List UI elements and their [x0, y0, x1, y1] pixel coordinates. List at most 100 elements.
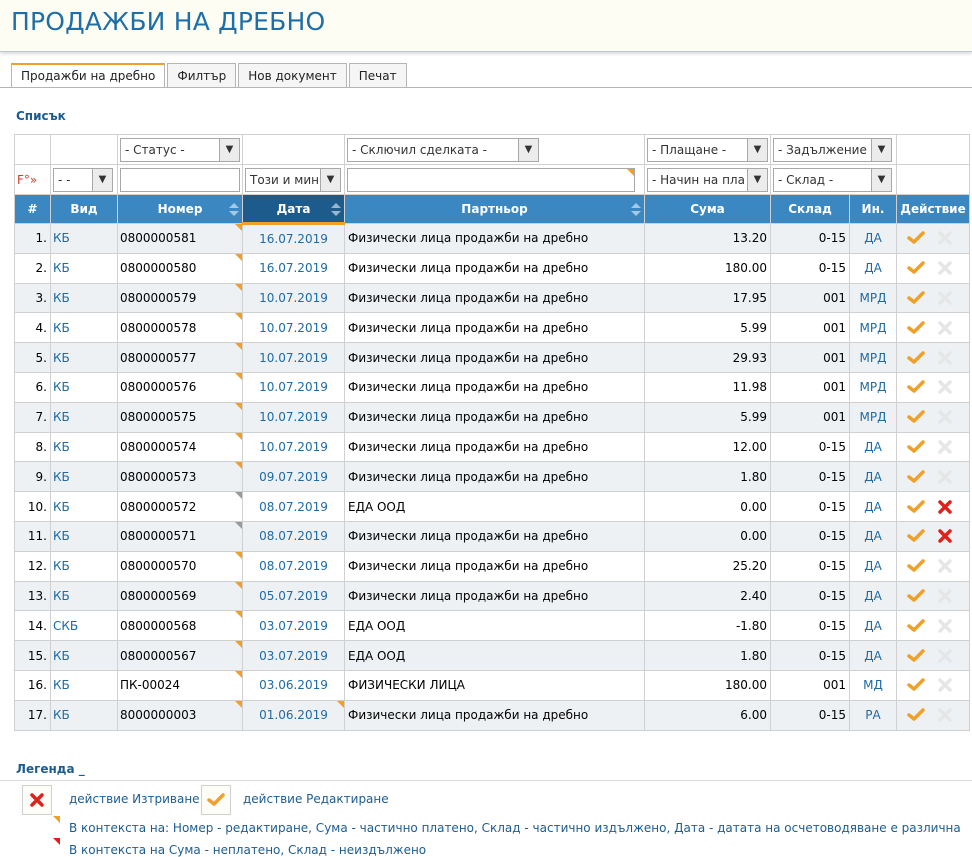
- row-date-link[interactable]: 03.06.2019: [259, 678, 328, 692]
- check-icon[interactable]: [907, 619, 925, 633]
- row-type-link[interactable]: КБ: [53, 291, 70, 305]
- row-type[interactable]: КБ: [50, 669, 118, 701]
- check-icon[interactable]: [907, 410, 925, 424]
- table-row[interactable]: 15. КБ 0800000567 03.07.2019 ЕДА ООД 1.80 0-15…: [14, 640, 970, 671]
- row-date[interactable]: 16.07.2019: [242, 252, 345, 284]
- row-in-link[interactable]: ДА: [864, 529, 882, 543]
- row-in-link[interactable]: ДА: [864, 231, 882, 245]
- check-icon[interactable]: [907, 559, 925, 573]
- row-date[interactable]: 10.07.2019: [242, 312, 345, 344]
- number-filter-input[interactable]: [120, 167, 240, 192]
- row-type-link[interactable]: КБ: [53, 529, 70, 543]
- row-in[interactable]: МРД: [849, 371, 897, 403]
- row-type[interactable]: КБ: [50, 401, 118, 433]
- table-row[interactable]: 11. КБ 0800000571 08.07.2019 Физически лица …: [14, 520, 970, 552]
- row-date[interactable]: 16.07.2019: [242, 223, 345, 254]
- row-in[interactable]: МРД: [849, 282, 897, 314]
- row-in[interactable]: ДА: [849, 580, 897, 612]
- col-header-number[interactable]: Номер: [117, 194, 243, 224]
- check-icon[interactable]: [907, 291, 925, 305]
- col-header-in[interactable]: Ин.: [849, 194, 897, 224]
- row-in[interactable]: РА: [849, 699, 897, 731]
- row-type-link[interactable]: СКБ: [53, 619, 78, 633]
- row-in[interactable]: ДА: [849, 431, 897, 463]
- row-date-link[interactable]: 08.07.2019: [259, 559, 328, 573]
- row-date[interactable]: 08.07.2019: [242, 550, 345, 582]
- row-date-link[interactable]: 10.07.2019: [259, 291, 328, 305]
- check-icon[interactable]: [907, 231, 925, 245]
- row-date-link[interactable]: 01.06.2019: [259, 708, 328, 722]
- status-filter[interactable]: - Статус - ▼: [120, 137, 240, 162]
- col-header-date[interactable]: Дата: [242, 194, 345, 225]
- row-date[interactable]: 10.07.2019: [242, 401, 345, 433]
- row-type-link[interactable]: КБ: [53, 410, 70, 424]
- row-type[interactable]: КБ: [50, 580, 118, 612]
- row-date[interactable]: 03.06.2019: [242, 669, 345, 701]
- row-type[interactable]: КБ: [50, 371, 118, 403]
- check-icon[interactable]: [907, 440, 925, 454]
- row-type[interactable]: КБ: [50, 342, 118, 373]
- table-row[interactable]: 8. КБ 0800000574 10.07.2019 Физически лица п…: [14, 431, 970, 463]
- row-date-link[interactable]: 09.07.2019: [259, 470, 328, 484]
- table-row[interactable]: 17. КБ 8000000003 01.06.2019 Физически лица …: [14, 699, 970, 731]
- check-icon[interactable]: [907, 678, 925, 692]
- check-icon[interactable]: [907, 589, 925, 603]
- row-type-link[interactable]: КБ: [53, 649, 70, 663]
- sort-icon[interactable]: [229, 203, 239, 217]
- payment-method-filter[interactable]: - Начин на пла ▼: [647, 167, 768, 192]
- row-in-link[interactable]: ДА: [864, 619, 882, 633]
- row-date[interactable]: 10.07.2019: [242, 342, 345, 373]
- tab-print[interactable]: Печат: [348, 63, 407, 88]
- table-row[interactable]: 9. КБ 0800000573 09.07.2019 Физически лица п…: [14, 461, 970, 493]
- row-type-link[interactable]: КБ: [53, 440, 70, 454]
- table-row[interactable]: 4. КБ 0800000578 10.07.2019 Физически лица п…: [14, 312, 970, 344]
- row-in[interactable]: ДА: [849, 461, 897, 493]
- check-icon[interactable]: [907, 529, 925, 543]
- type-filter[interactable]: - - ▼: [53, 167, 113, 192]
- row-type-link[interactable]: КБ: [53, 708, 70, 722]
- row-type[interactable]: КБ: [50, 640, 118, 671]
- row-date-link[interactable]: 16.07.2019: [259, 232, 328, 246]
- closed-by-filter[interactable]: - Сключил сделката - ▼: [347, 137, 539, 162]
- row-date[interactable]: 03.07.2019: [242, 640, 345, 671]
- row-type[interactable]: КБ: [50, 282, 118, 314]
- sort-icon[interactable]: [631, 203, 641, 217]
- row-in-link[interactable]: ДА: [864, 500, 882, 514]
- row-in[interactable]: ДА: [849, 640, 897, 671]
- row-in-link[interactable]: МРД: [860, 321, 887, 335]
- table-row[interactable]: 6. КБ 0800000576 10.07.2019 Физически лица п…: [14, 371, 970, 403]
- row-type[interactable]: КБ: [50, 252, 118, 284]
- row-date[interactable]: 09.07.2019: [242, 461, 345, 493]
- row-in-link[interactable]: ДА: [864, 649, 882, 663]
- row-date[interactable]: 08.07.2019: [242, 491, 345, 522]
- row-date-link[interactable]: 03.07.2019: [259, 649, 328, 663]
- col-header-partner[interactable]: Партньор: [344, 194, 645, 224]
- row-type[interactable]: СКБ: [50, 610, 118, 642]
- row-type[interactable]: КБ: [50, 431, 118, 463]
- row-in-link[interactable]: ДА: [864, 470, 882, 484]
- row-in[interactable]: ДА: [849, 252, 897, 284]
- check-icon[interactable]: [907, 321, 925, 335]
- row-date[interactable]: 08.07.2019: [242, 520, 345, 552]
- table-row[interactable]: 1. КБ 0800000581 16.07.2019 Физически лица п…: [14, 223, 970, 254]
- row-date-link[interactable]: 10.07.2019: [259, 380, 328, 394]
- row-date-link[interactable]: 05.07.2019: [259, 589, 328, 603]
- col-header-type[interactable]: Вид: [50, 194, 118, 224]
- row-in-link[interactable]: ДА: [864, 589, 882, 603]
- table-row[interactable]: 16. КБ ПК-00024 03.06.2019 ФИЗИЧЕСКИ ЛИЦА 180…: [14, 669, 970, 701]
- row-type-link[interactable]: КБ: [53, 559, 70, 573]
- row-date-link[interactable]: 08.07.2019: [259, 529, 328, 543]
- row-date-link[interactable]: 16.07.2019: [259, 261, 328, 275]
- payment-filter[interactable]: - Плащане - ▼: [647, 137, 768, 162]
- row-type-link[interactable]: КБ: [53, 261, 70, 275]
- table-row[interactable]: 2. КБ 0800000580 16.07.2019 Физически лица п…: [14, 252, 970, 284]
- row-type-link[interactable]: КБ: [53, 470, 70, 484]
- row-in-link[interactable]: ДА: [864, 261, 882, 275]
- row-in[interactable]: МРД: [849, 401, 897, 433]
- row-type[interactable]: КБ: [50, 223, 118, 254]
- row-type-link[interactable]: КБ: [53, 500, 70, 514]
- row-type-link[interactable]: КБ: [53, 351, 70, 365]
- row-date[interactable]: 01.06.2019: [242, 699, 345, 731]
- row-date-link[interactable]: 08.07.2019: [259, 500, 328, 514]
- row-type-link[interactable]: КБ: [53, 678, 70, 692]
